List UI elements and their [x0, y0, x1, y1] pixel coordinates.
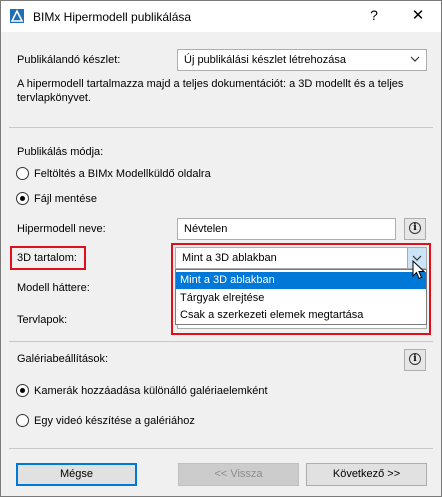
model-background-label: Modell háttere:	[17, 282, 90, 294]
radio-upload-label[interactable]: Feltöltés a BIMx Modellküldő oldalra	[34, 168, 211, 180]
gallery-label: Galériabeállítások:	[17, 353, 109, 365]
option-as-in-3d-window[interactable]: Mint a 3D ablakban	[176, 272, 426, 289]
publish-set-label: Publikálandó készlet:	[17, 54, 121, 66]
close-button[interactable]: ✕	[408, 6, 428, 24]
chevron-down-icon	[410, 56, 420, 62]
archicad-logo-icon	[10, 9, 24, 23]
info-icon: i	[409, 353, 421, 365]
next-button[interactable]: Következő >>	[306, 463, 427, 486]
radio-save-file[interactable]	[16, 192, 29, 205]
publish-set-select[interactable]: Új publikálási készlet létrehozása	[177, 49, 427, 71]
content-3d-select[interactable]: Mint a 3D ablakban	[175, 247, 427, 269]
option-hide-objects[interactable]: Tárgyak elrejtése	[176, 290, 426, 307]
publish-mode-label: Publikálás módja:	[17, 146, 104, 158]
window-title: BIMx Hipermodell publikálása	[33, 10, 192, 24]
content-3d-dropdown-list: Mint a 3D ablakban Tárgyak elrejtése Csa…	[175, 269, 427, 325]
separator	[9, 127, 433, 128]
hypermodel-name-label: Hipermodell neve:	[17, 223, 106, 235]
help-button[interactable]: ?	[364, 7, 384, 23]
radio-single-video[interactable]	[16, 414, 29, 427]
hypermodel-name-input[interactable]: Névtelen	[177, 218, 396, 240]
layouts-label: Tervlapok:	[17, 314, 68, 326]
radio-upload[interactable]	[16, 167, 29, 180]
option-structural-only[interactable]: Csak a szerkezeti elemek megtartása	[176, 307, 426, 324]
cancel-button[interactable]: Mégse	[16, 463, 137, 486]
separator	[9, 341, 433, 342]
radio-single-video-label[interactable]: Egy videó készítése a galériához	[34, 415, 195, 427]
radio-save-file-label[interactable]: Fájl mentése	[34, 193, 97, 205]
radio-cameras-as-gallery[interactable]	[16, 384, 29, 397]
content-3d-label: 3D tartalom:	[17, 252, 77, 264]
gallery-info-button[interactable]: i	[404, 349, 426, 371]
description-line-2: tervlapkönyvet.	[17, 92, 91, 104]
description-line-1: A hipermodell tartalmazza majd a teljes …	[17, 78, 404, 90]
publish-set-value: Új publikálási készlet létrehozása	[184, 54, 347, 66]
radio-cameras-as-gallery-label[interactable]: Kamerák hozzáadása különálló galériaelem…	[34, 385, 268, 397]
back-button[interactable]: << Vissza	[178, 463, 299, 486]
title-bar: BIMx Hipermodell publikálása ? ✕	[1, 1, 441, 32]
hypermodel-info-button[interactable]: i	[404, 218, 426, 240]
publish-dialog: BIMx Hipermodell publikálása ? ✕ Publiká…	[0, 0, 442, 497]
mouse-cursor-icon	[412, 260, 426, 280]
content-3d-value: Mint a 3D ablakban	[182, 252, 277, 264]
hypermodel-name-value: Névtelen	[184, 223, 228, 235]
separator	[9, 448, 433, 449]
info-icon: i	[409, 222, 421, 234]
